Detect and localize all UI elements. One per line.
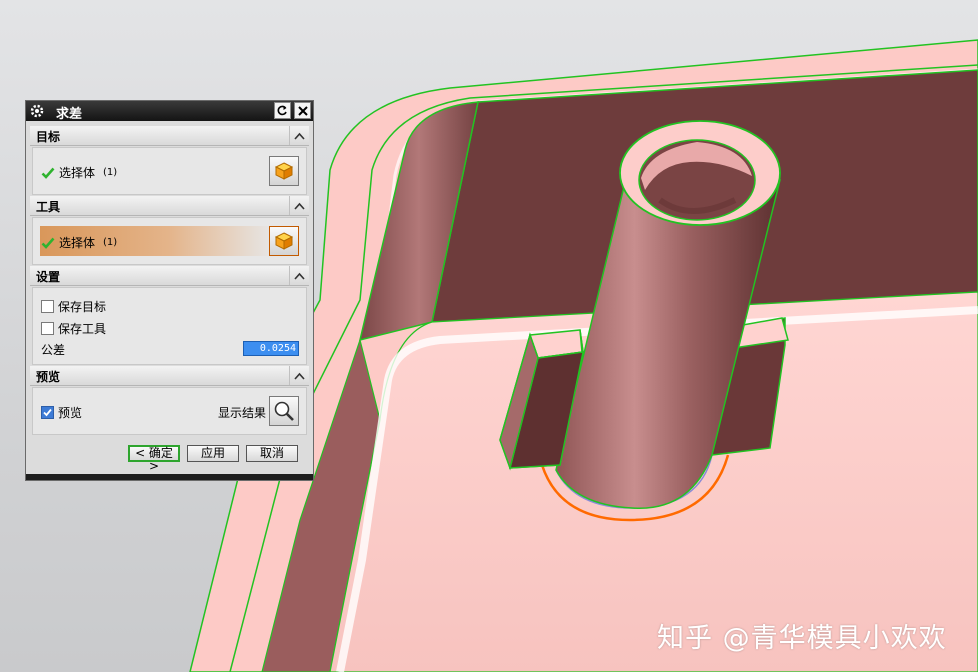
dialog-bottom-bar (26, 474, 313, 480)
target-select-row[interactable]: 选择体 (1) (41, 164, 117, 181)
keep-tool-label: 保存工具 (58, 322, 107, 336)
check-icon (41, 237, 55, 249)
preview-label: 预览 (58, 406, 83, 420)
show-result-label: 显示结果 (218, 406, 267, 420)
cube-icon (274, 162, 294, 180)
reset-icon (277, 105, 287, 116)
target-select-label: 选择体 (59, 166, 96, 180)
magnifier-icon (274, 401, 294, 421)
section-header-settings[interactable]: 设置 (30, 266, 309, 286)
preview-checkbox[interactable] (41, 406, 54, 419)
section-title-settings: 设置 (36, 270, 61, 284)
show-result-button[interactable] (269, 396, 299, 426)
tolerance-label: 公差 (41, 343, 66, 357)
ok-button[interactable]: < 确定 > (128, 445, 180, 473)
preview-row[interactable]: 预览 (41, 404, 82, 421)
cube-icon (274, 232, 294, 250)
section-header-target[interactable]: 目标 (30, 126, 309, 146)
target-select-body-button[interactable] (269, 156, 299, 186)
close-icon (297, 105, 308, 116)
section-body-preview: 预览 显示结果 (32, 387, 307, 435)
close-button[interactable] (294, 102, 311, 119)
keep-tool-row[interactable]: 保存工具 (41, 320, 106, 337)
tolerance-row: 公差 (41, 341, 65, 358)
chevron-up-icon[interactable] (289, 266, 309, 285)
section-title-target: 目标 (36, 130, 61, 144)
watermark-text: 知乎 @青华模具小欢欢 (657, 623, 947, 654)
section-header-preview[interactable]: 预览 (30, 366, 309, 386)
subtract-dialog[interactable]: 求差 目标 选择体 (1) 工具 选择体 (1) 设置 保存目标 保存工具 公差… (25, 100, 314, 481)
tool-select-row[interactable]: 选择体 (1) (41, 234, 117, 251)
cancel-button[interactable]: 取消 (246, 445, 298, 462)
dialog-title: 求差 (56, 107, 83, 122)
tool-select-label: 选择体 (59, 236, 96, 250)
reset-button[interactable] (274, 102, 291, 119)
tool-select-count: (1) (103, 237, 118, 248)
apply-button[interactable]: 应用 (187, 445, 239, 462)
gear-icon[interactable] (29, 103, 45, 119)
keep-tool-checkbox[interactable] (41, 322, 54, 335)
target-select-count: (1) (103, 167, 118, 178)
keep-target-row[interactable]: 保存目标 (41, 298, 106, 315)
keep-target-checkbox[interactable] (41, 300, 54, 313)
section-header-tool[interactable]: 工具 (30, 196, 309, 216)
chevron-up-icon[interactable] (289, 196, 309, 215)
section-title-tool: 工具 (36, 200, 61, 214)
tool-select-body-button[interactable] (269, 226, 299, 256)
check-icon (43, 408, 52, 417)
section-title-preview: 预览 (36, 370, 61, 384)
tolerance-input[interactable]: 0.0254 (243, 341, 299, 356)
chevron-up-icon[interactable] (289, 366, 309, 385)
section-body-settings: 保存目标 保存工具 公差 0.0254 (32, 287, 307, 365)
dialog-titlebar[interactable]: 求差 (26, 101, 313, 122)
section-body-target: 选择体 (1) (32, 147, 307, 195)
keep-target-label: 保存目标 (58, 300, 107, 314)
section-body-tool: 选择体 (1) (32, 217, 307, 265)
chevron-up-icon[interactable] (289, 126, 309, 145)
check-icon (41, 167, 55, 179)
